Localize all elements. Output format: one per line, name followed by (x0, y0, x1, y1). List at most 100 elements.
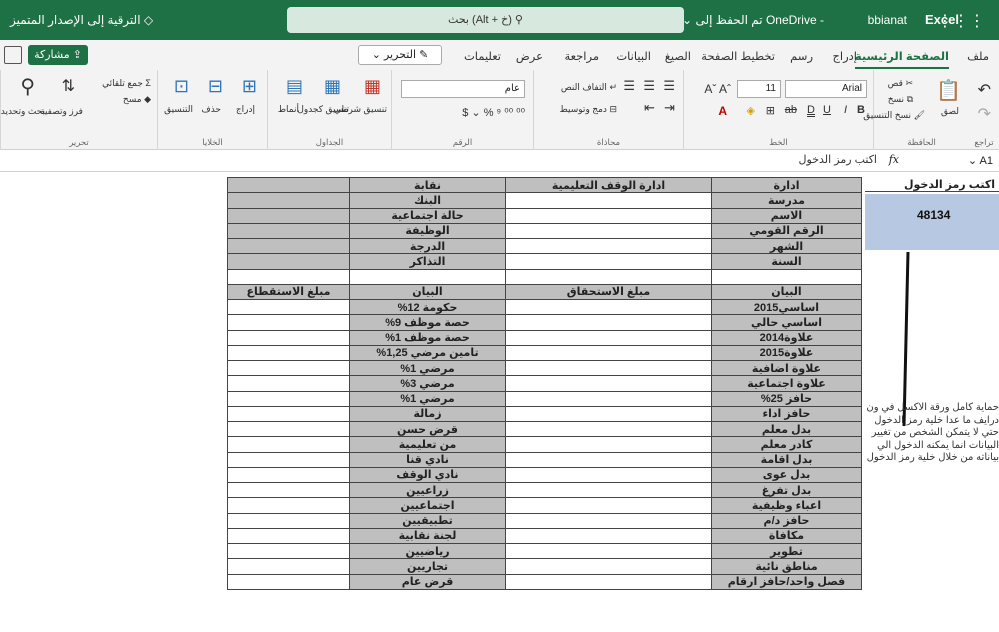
worksheet-grid[interactable]: اكتب رمز الدخول 48134 حماية كامل ورقة ال… (0, 172, 999, 632)
table-cell[interactable] (227, 558, 350, 575)
paste-icon[interactable]: 📋 (936, 78, 961, 103)
document-status[interactable]: ⌄ تم الحفظ إلى OneDrive - (682, 13, 824, 27)
table-cell[interactable] (505, 344, 712, 362)
table-cell[interactable] (227, 573, 350, 590)
table-cell[interactable]: اجتماعيين (349, 497, 506, 514)
number-format-combo[interactable]: عام (401, 80, 525, 98)
tab-draw[interactable]: رسم (790, 49, 813, 63)
align-right-icon[interactable]: ☰ (663, 78, 675, 94)
table-cell[interactable] (505, 237, 712, 255)
sort-filter-icon[interactable]: ⇅ (62, 76, 75, 96)
table-cell[interactable] (505, 527, 712, 545)
table-cell[interactable]: رياضيين (349, 542, 506, 560)
strikethrough-button[interactable]: ab (785, 104, 797, 116)
table-cell[interactable]: من تعليمية (349, 436, 506, 453)
cut-button[interactable]: قص ✂ (888, 78, 913, 89)
table-cell[interactable] (505, 359, 712, 377)
tab-insert[interactable]: إدراج (833, 49, 858, 63)
cell-a2[interactable]: 48134 (865, 194, 999, 250)
tab-help[interactable]: تعليمات (464, 49, 501, 63)
table-cell[interactable]: علاوة اضافية (711, 359, 862, 377)
cell-styles-icon[interactable]: ▤ (286, 76, 303, 97)
table-cell[interactable] (227, 497, 350, 514)
share-button[interactable]: مشاركة ⇪ (28, 45, 88, 65)
font-color-icon[interactable]: A (718, 104, 727, 118)
table-cell[interactable]: زراعيين (349, 481, 506, 499)
table-cell[interactable] (227, 298, 350, 316)
table-cell[interactable]: نادي قنا (349, 451, 506, 468)
table-cell[interactable]: حالة اجتماعية (349, 207, 506, 224)
table-cell[interactable] (505, 253, 712, 270)
number-format-buttons[interactable]: $ ⌄ % ⁹ ⁰⁰ ⁰⁰ (462, 106, 525, 119)
table-cell[interactable]: ادارة الوقف التعليمية (505, 176, 712, 194)
table-cell[interactable] (227, 314, 350, 331)
table-cell[interactable]: البنك (349, 192, 506, 209)
cell-styles-label[interactable]: أنماط (278, 104, 299, 115)
table-cell[interactable] (505, 420, 712, 438)
font-name-combo[interactable]: Arial (785, 80, 867, 98)
table-cell[interactable]: مرضي 3% (349, 375, 506, 392)
table-cell[interactable]: الرقم القومي (711, 222, 862, 240)
table-cell[interactable]: مرضي 1% (349, 390, 506, 407)
table-cell[interactable] (227, 375, 350, 392)
table-cell[interactable]: مكافاة (711, 527, 862, 545)
name-box[interactable]: ⌄ A1 (919, 152, 999, 170)
table-cell[interactable]: اساسي حالي (711, 314, 862, 331)
table-cell[interactable]: حافز 25% (711, 390, 862, 407)
table-cell[interactable] (227, 329, 350, 346)
delete-cells-label[interactable]: حذف (201, 104, 221, 115)
table-cell[interactable] (227, 405, 350, 423)
table-cell[interactable]: تجاريين (349, 558, 506, 575)
tab-view[interactable]: عرض (516, 49, 543, 63)
table-cell[interactable] (505, 573, 712, 590)
table-cell[interactable] (505, 497, 712, 514)
table-cell[interactable] (227, 237, 350, 255)
table-cell[interactable]: علاوة2014 (711, 329, 862, 346)
font-size-combo[interactable]: 11 (737, 80, 781, 98)
format-as-table-icon[interactable]: ▦ (324, 76, 341, 97)
table-cell[interactable]: الاسم (711, 207, 862, 224)
table-cell[interactable] (227, 222, 350, 240)
table-cell[interactable]: حصة موظف 9% (349, 314, 506, 331)
table-cell[interactable] (227, 344, 350, 362)
bold-button[interactable]: B (857, 104, 865, 116)
format-cells-icon[interactable]: ⊡ (174, 76, 189, 97)
function-icon[interactable]: fx (889, 153, 899, 166)
upgrade-link[interactable]: الترقية إلى الإصدار المتميز ◇ (10, 13, 153, 27)
table-cell[interactable]: التذاكر (349, 253, 506, 270)
table-cell[interactable] (227, 451, 350, 468)
table-cell[interactable]: تطوير (711, 542, 862, 560)
table-cell[interactable] (505, 542, 712, 560)
table-cell[interactable]: الوظيفة (349, 222, 506, 240)
table-cell[interactable]: اساسي2015 (711, 298, 862, 316)
table-cell[interactable] (227, 192, 350, 209)
sort-filter-label[interactable]: فرز وتصفية (40, 106, 83, 117)
table-cell[interactable] (505, 192, 712, 209)
table-cell[interactable]: قرض حسن (349, 420, 506, 438)
table-cell[interactable] (227, 466, 350, 484)
table-cell[interactable] (227, 176, 350, 194)
undo-icon[interactable]: ↶ (978, 80, 991, 100)
table-cell[interactable]: نقابة (349, 176, 506, 194)
table-cell[interactable] (505, 298, 712, 316)
conditional-format-icon[interactable]: ▦ (364, 76, 381, 97)
formula-input[interactable]: اكتب رمز الدخول (799, 153, 877, 166)
table-cell[interactable] (505, 390, 712, 407)
table-cell[interactable]: قرض عام (349, 573, 506, 590)
underline-button[interactable]: U (823, 104, 831, 116)
table-cell[interactable] (227, 207, 350, 224)
user-name[interactable]: bbianat (868, 13, 907, 27)
table-cell[interactable]: مدرسة (711, 192, 862, 209)
column-header[interactable]: مبلغ الاستقطاع (227, 283, 350, 301)
table-cell[interactable] (505, 222, 712, 240)
autosum-button[interactable]: جمع تلقائي Σ (102, 78, 151, 89)
table-cell[interactable]: لجنة نقابية (349, 527, 506, 545)
table-cell[interactable] (505, 558, 712, 575)
table-cell[interactable] (227, 512, 350, 529)
redo-icon[interactable]: ↷ (978, 104, 991, 124)
table-cell[interactable]: بدل معلم (711, 420, 862, 438)
table-cell[interactable] (505, 329, 712, 346)
table-cell[interactable]: مرضي 1% (349, 359, 506, 377)
table-cell[interactable]: تامين مرضي 1,25% (349, 344, 506, 362)
table-cell[interactable] (505, 512, 712, 529)
